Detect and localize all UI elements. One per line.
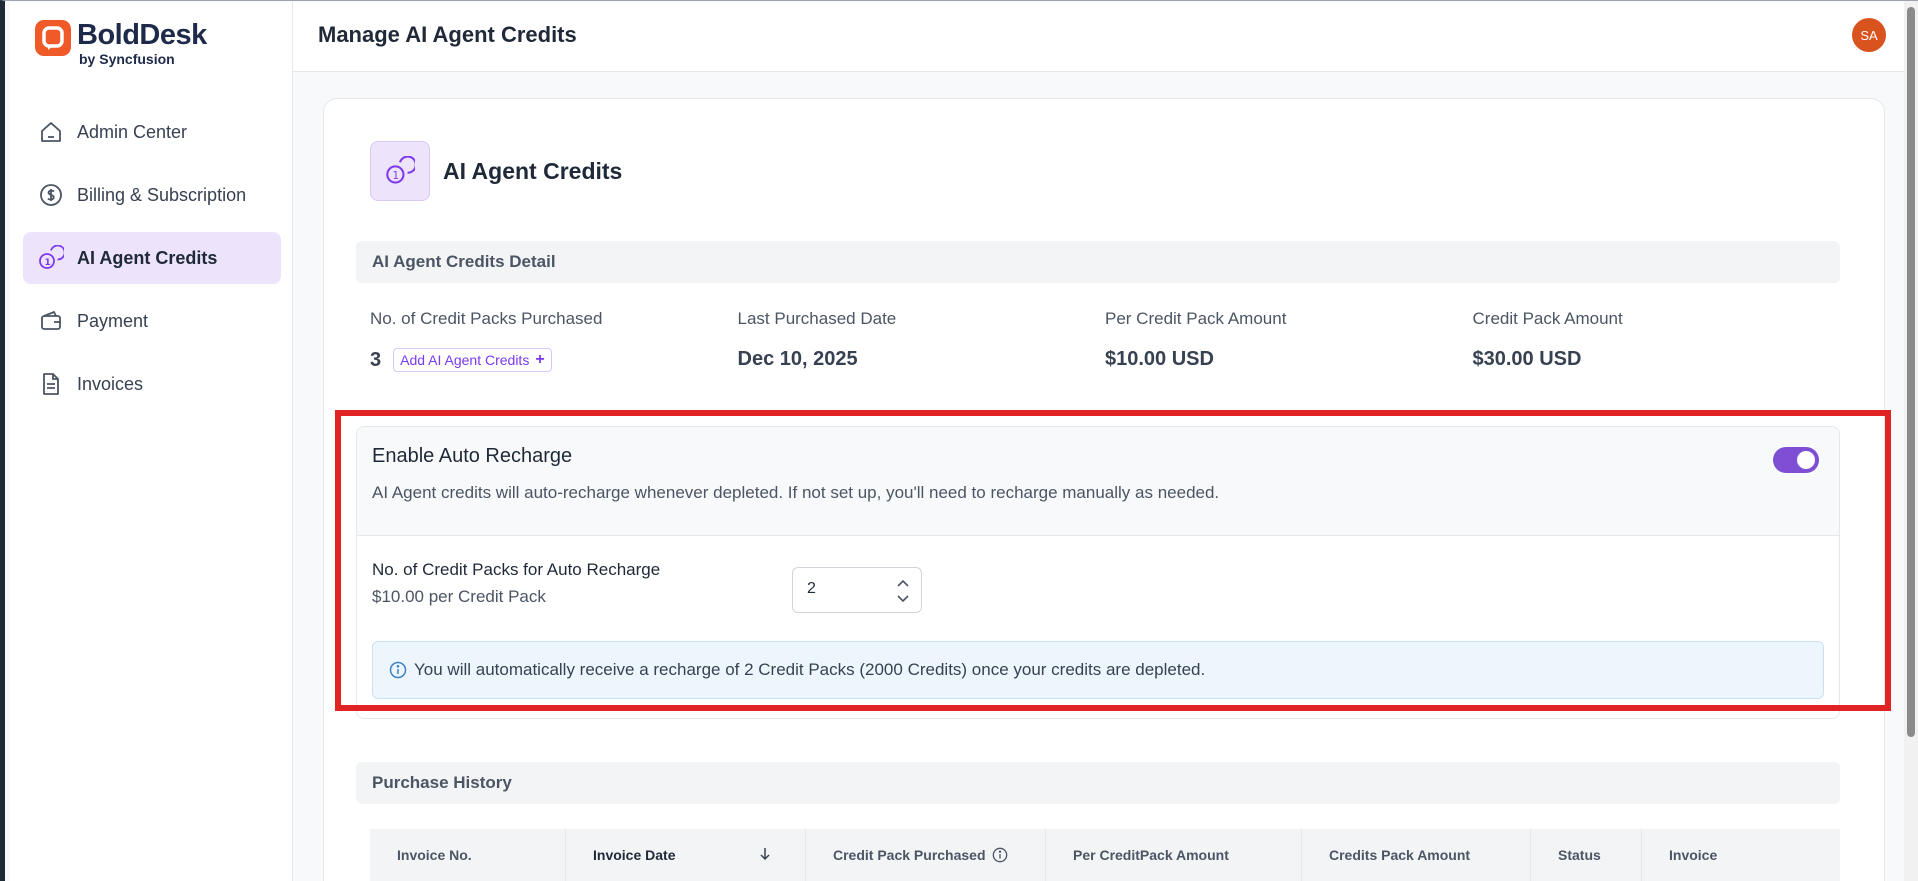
detail-value: $10.00 USD [1105, 348, 1214, 370]
detail-last-purchased: Last Purchased Date Dec 10, 2025 [738, 309, 1106, 372]
credit-packs-input[interactable] [807, 580, 877, 598]
column-label: Invoice Date [593, 847, 676, 863]
packs-price: $10.00 per Credit Pack [372, 587, 546, 606]
credits-icon: 1 [37, 244, 65, 272]
credits-icon: 1 [370, 141, 430, 201]
sidebar-item-payment[interactable]: Payment [23, 295, 281, 347]
dollar-icon [37, 181, 65, 209]
svg-text:1: 1 [393, 170, 400, 182]
page-title: Manage AI Agent Credits [318, 22, 577, 47]
add-ai-agent-credits-button[interactable]: Add AI Agent Credits + [393, 348, 552, 372]
credit-packs-stepper[interactable] [792, 567, 922, 613]
detail-value: 3 [370, 348, 382, 371]
detail-per-pack-amount: Per Credit Pack Amount $10.00 USD [1105, 309, 1473, 372]
column-label: Invoice No. [397, 847, 472, 863]
detail-value: Dec 10, 2025 [737, 348, 858, 370]
sidebar-item-admin-center[interactable]: Admin Center [23, 106, 281, 158]
detail-packs-purchased: No. of Credit Packs Purchased 3 Add AI A… [370, 309, 738, 372]
sidebar-nav: Admin Center Billing & Subscription 1 AI… [23, 106, 281, 421]
svg-text:1: 1 [45, 258, 51, 268]
column-header-invoice[interactable]: Invoice [1642, 829, 1840, 881]
bolddesk-logo-icon [35, 20, 71, 56]
brand-name: BoldDesk [77, 19, 207, 51]
auto-recharge-toggle[interactable] [1773, 447, 1819, 473]
recharge-info-text: You will automatically receive a recharg… [414, 660, 1206, 679]
plus-icon: + [535, 351, 545, 368]
card-title: AI Agent Credits [443, 157, 623, 184]
wallet-icon [37, 307, 65, 335]
sidebar-item-billing[interactable]: Billing & Subscription [23, 169, 281, 221]
column-label: Credits Pack Amount [1329, 847, 1471, 863]
column-label: Invoice [1669, 847, 1718, 863]
app-window: BoldDesk by Syncfusion Admin Center Bill… [0, 0, 1918, 881]
sidebar-item-label: Admin Center [77, 121, 188, 142]
sidebar-item-label: Payment [77, 310, 149, 331]
top-header: Manage AI Agent Credits SA [293, 2, 1918, 72]
info-icon [389, 661, 407, 679]
column-label: Credit Pack Purchased [833, 847, 986, 863]
sidebar-item-invoices[interactable]: Invoices [23, 358, 281, 410]
ai-agent-credits-card: 1 AI Agent Credits AI Agent Credits Deta… [323, 98, 1885, 881]
column-header-invoice-date[interactable]: Invoice Date [566, 829, 806, 881]
sidebar-item-ai-agent-credits[interactable]: 1 AI Agent Credits [23, 232, 281, 284]
toggle-knob [1797, 451, 1815, 469]
sidebar-item-label: Billing & Subscription [77, 184, 247, 205]
chevron-up-icon[interactable] [895, 575, 911, 591]
chevron-down-icon[interactable] [895, 591, 911, 607]
column-label: Per CreditPack Amount [1073, 847, 1229, 863]
add-credits-label: Add AI Agent Credits [400, 352, 530, 368]
detail-label: No. of Credit Packs Purchased [370, 309, 603, 328]
sidebar-item-label: AI Agent Credits [77, 247, 218, 268]
auto-recharge-panel: Enable Auto Recharge AI Agent credits wi… [356, 426, 1840, 719]
document-icon [37, 370, 65, 398]
detail-value: $30.00 USD [1472, 348, 1582, 370]
packs-label: No. of Credit Packs for Auto Recharge [372, 560, 661, 579]
column-header-credit-pack-purchased[interactable]: Credit Pack Purchased [806, 829, 1046, 881]
column-header-per-creditpack-amount[interactable]: Per CreditPack Amount [1046, 829, 1302, 881]
detail-pack-amount: Credit Pack Amount $30.00 USD [1473, 309, 1841, 372]
bolddesk-logo[interactable]: BoldDesk by Syncfusion [35, 20, 207, 67]
sort-down-arrow-icon[interactable] [759, 847, 771, 864]
column-header-invoice-no[interactable]: Invoice No. [370, 829, 566, 881]
column-header-status[interactable]: Status [1531, 829, 1642, 881]
home-icon [37, 118, 65, 146]
brand-sub: by Syncfusion [79, 51, 175, 67]
purchase-history-table-header: Invoice No. Invoice Date Credit Pack Pur… [370, 829, 1840, 881]
credits-detail-grid: No. of Credit Packs Purchased 3 Add AI A… [370, 309, 1840, 372]
detail-label: Last Purchased Date [737, 309, 897, 328]
sidebar: BoldDesk by Syncfusion Admin Center Bill… [10, 2, 293, 881]
detail-section-header: AI Agent Credits Detail [356, 241, 1840, 283]
auto-recharge-title: Enable Auto Recharge [372, 445, 573, 467]
detail-label: Per Credit Pack Amount [1105, 309, 1287, 328]
avatar[interactable]: SA [1852, 18, 1886, 52]
scrollbar-thumb[interactable] [1907, 7, 1915, 737]
column-label: Status [1558, 847, 1601, 863]
purchase-history-header: Purchase History [356, 762, 1840, 804]
recharge-info-banner: You will automatically receive a recharg… [372, 641, 1824, 699]
column-header-credits-pack-amount[interactable]: Credits Pack Amount [1302, 829, 1531, 881]
detail-label: Credit Pack Amount [1472, 309, 1623, 328]
info-icon[interactable] [992, 847, 1008, 863]
auto-recharge-description: AI Agent credits will auto-recharge when… [372, 483, 1220, 502]
vertical-scrollbar[interactable] [1904, 1, 1918, 881]
sidebar-item-label: Invoices [77, 373, 144, 394]
